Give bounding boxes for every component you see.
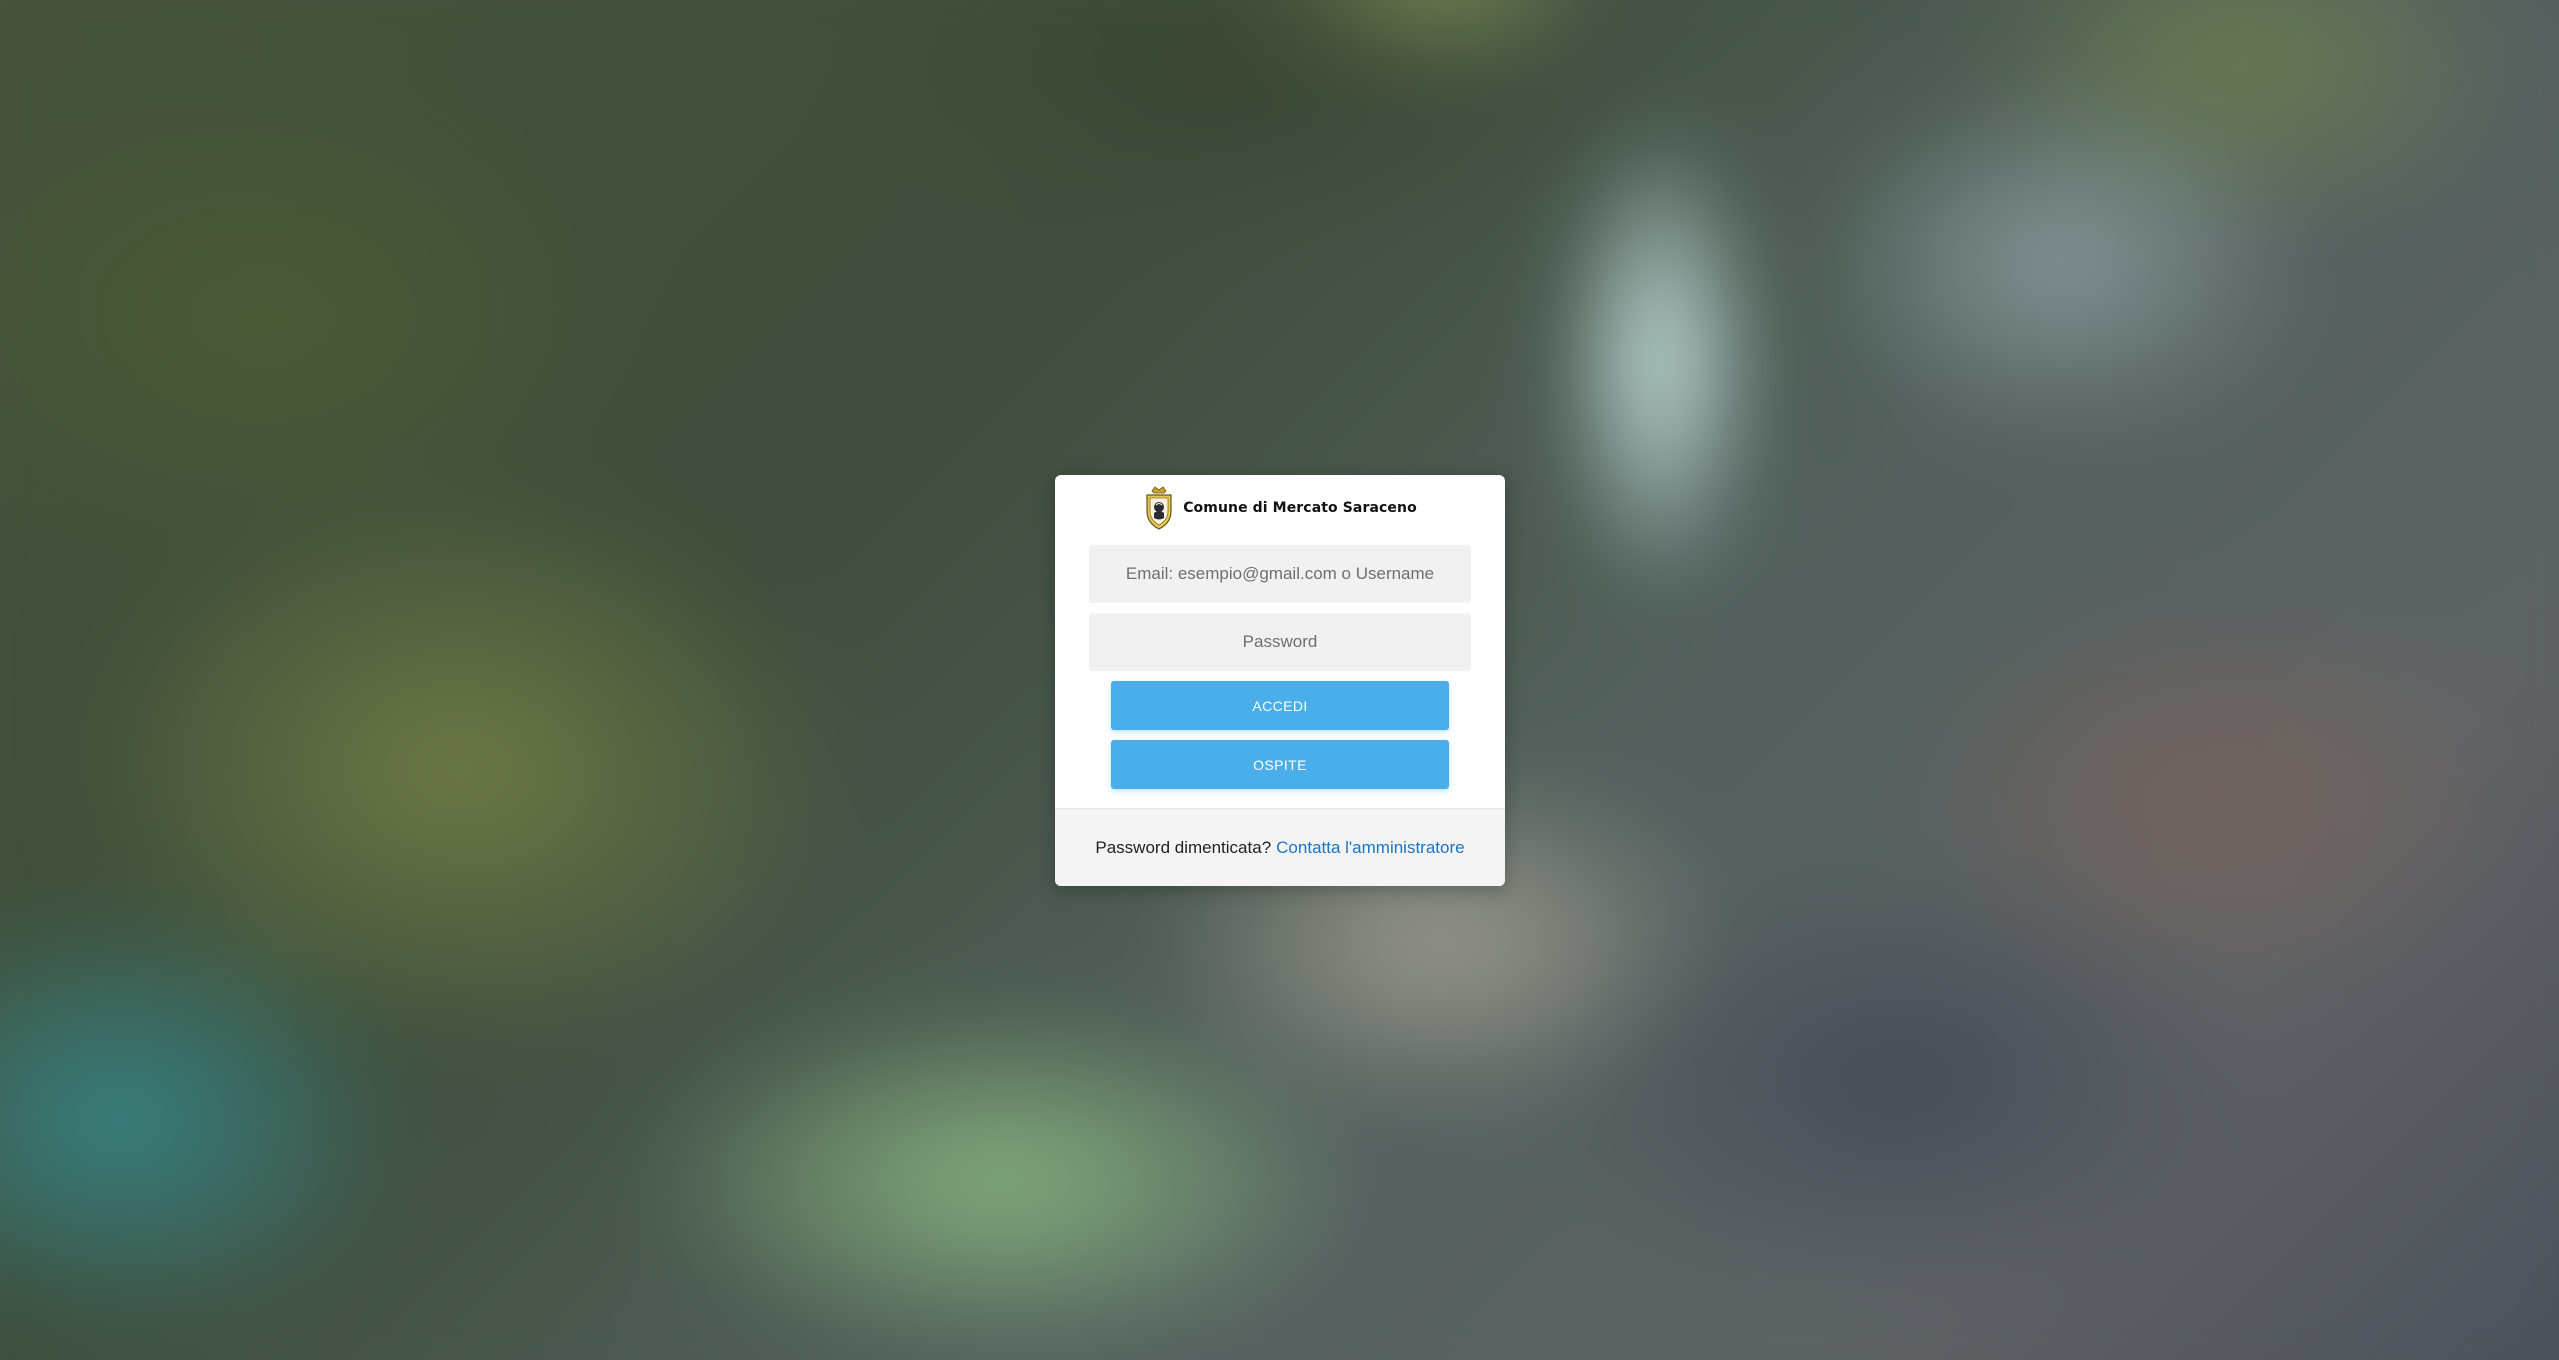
forgot-password-text: Password dimenticata?: [1095, 838, 1272, 857]
brand-name: Comune di Mercato Saraceno: [1183, 500, 1417, 516]
email-username-input[interactable]: [1089, 545, 1471, 603]
login-button[interactable]: ACCEDI: [1111, 681, 1449, 730]
contact-admin-link[interactable]: Contatta l'amministratore: [1276, 838, 1464, 858]
password-input[interactable]: [1089, 613, 1471, 671]
card-footer: Password dimenticata? Contatta l'amminis…: [1055, 808, 1505, 886]
brand-header: Comune di Mercato Saraceno: [1055, 485, 1505, 531]
login-card: Comune di Mercato Saraceno ACCEDI OSPITE…: [1055, 475, 1505, 886]
municipal-crest-icon: [1146, 486, 1172, 530]
guest-button[interactable]: OSPITE: [1111, 740, 1449, 789]
